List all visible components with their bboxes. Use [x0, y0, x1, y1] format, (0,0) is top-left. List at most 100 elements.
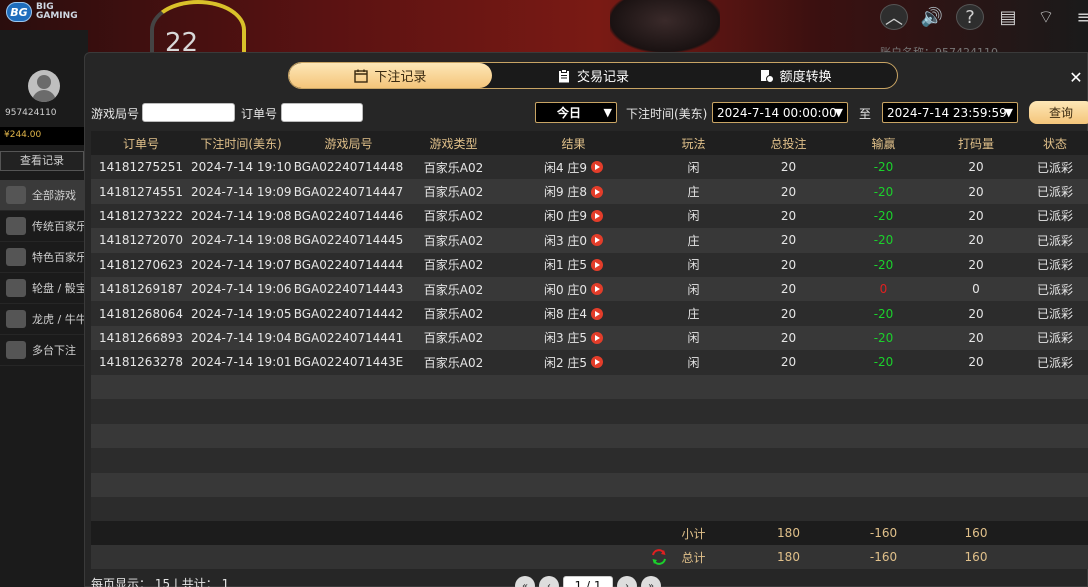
user-id: 957424110 [5, 108, 57, 118]
result-wrap: 闲2 庄5 [543, 354, 604, 371]
query-button[interactable]: 查询 [1029, 101, 1088, 124]
sidebar-item-roulette-sicbo[interactable]: 轮盘 / 骰宝 [0, 273, 88, 304]
sidebar-item-multi-table[interactable]: 多台下注 [0, 335, 88, 366]
end-time-select[interactable]: 2024-7-14 23:59:59 ▼ [882, 102, 1018, 123]
close-icon[interactable]: ✕ [1067, 69, 1085, 87]
time-label: 下注时间(美东) [626, 107, 708, 121]
end-time-value: 2024-7-14 23:59:59 [887, 105, 1007, 120]
result-wrap: 闲9 庄8 [543, 183, 604, 200]
winloss-cell: -20 [873, 257, 894, 272]
play-replay-icon[interactable] [591, 283, 604, 296]
records-table: 订单号 下注时间(美东) 游戏局号 游戏类型 结果 玩法 总投注 输赢 打码量 … [91, 131, 1088, 375]
last-page-icon[interactable]: » [641, 576, 661, 587]
status-cell: 已派彩 [1036, 258, 1073, 273]
period-select[interactable]: 今日 ▼ [535, 102, 617, 123]
game-round-cell: BGA02240714443 [293, 282, 404, 297]
result-text: 闲9 庄8 [543, 185, 588, 200]
chevron-down-icon: ▼ [1004, 106, 1013, 119]
empty-row [91, 375, 1088, 400]
table-row: 14181263278 2024-7-14 19:01 BGA0224071443E… [91, 350, 1088, 375]
result-wrap: 闲0 庄9 [543, 207, 604, 224]
turnover-cell: 20 [968, 184, 984, 199]
tab-transaction-records[interactable]: 交易记录 [492, 63, 695, 88]
result-cell: 闲9 庄8 [501, 183, 646, 200]
bet-type-cell: 闲 [687, 355, 700, 370]
volume-icon[interactable]: 🔊 [918, 4, 946, 30]
refresh-icon[interactable] [651, 549, 667, 565]
filter-bar: 游戏局号 订单号 今日 ▼ 下注时间(美东) 2024-7-14 00:00:0… [85, 101, 1088, 125]
game-round-cell: BGA02240714444 [293, 257, 404, 272]
bull-icon [6, 310, 26, 328]
first-page-icon[interactable]: « [515, 576, 535, 587]
bet-type-cell: 闲 [687, 282, 700, 297]
game-round-cell: BGA0224071443E [293, 355, 404, 370]
result-cell: 闲0 庄0 [501, 281, 646, 298]
game-type-cell: 百家乐A02 [423, 258, 484, 273]
status-cell: 已派彩 [1036, 185, 1073, 200]
order-number-cell: 14181273222 [99, 208, 183, 223]
order-input[interactable] [281, 103, 363, 122]
game-round-input[interactable] [142, 103, 235, 122]
balance: ¥244.00 [0, 127, 86, 145]
result-text: 闲0 庄9 [543, 209, 588, 224]
play-replay-icon[interactable] [591, 356, 604, 369]
play-replay-icon[interactable] [591, 161, 604, 174]
help-icon[interactable]: ? [956, 4, 984, 30]
status-cell: 已派彩 [1036, 160, 1073, 175]
play-replay-icon[interactable] [591, 307, 604, 320]
empty-row [91, 399, 1088, 424]
winloss-cell: -20 [873, 184, 894, 199]
avatar[interactable] [28, 70, 60, 102]
table-header: 订单号 下注时间(美东) 游戏局号 游戏类型 结果 玩法 总投注 输赢 打码量 … [91, 131, 1088, 155]
view-records-button[interactable]: 查看记录 [0, 151, 84, 171]
tab-bet-records[interactable]: 下注记录 [289, 63, 492, 88]
subtotal-total-bet: 180 [777, 526, 800, 540]
bet-type-cell: 庄 [687, 307, 700, 322]
prev-page-icon[interactable]: ‹ [539, 576, 559, 587]
game-type-cell: 百家乐A02 [423, 209, 484, 224]
sidebar-item-all-games[interactable]: 全部游戏 [0, 180, 88, 211]
menu-icon[interactable]: ≡ [1070, 4, 1088, 30]
game-round-cell: BGA02240714447 [293, 184, 404, 199]
status-cell: 已派彩 [1036, 355, 1073, 370]
result-cell: 闲8 庄4 [501, 305, 646, 322]
bet-type-cell: 庄 [687, 185, 700, 200]
winloss-cell: 0 [879, 282, 888, 297]
tab-credit-transfer[interactable]: 额度转换 [694, 63, 897, 88]
result-wrap: 闲1 庄5 [544, 256, 604, 273]
play-replay-icon[interactable] [591, 331, 604, 344]
result-text: 闲3 庄5 [543, 331, 588, 346]
play-replay-icon[interactable] [591, 234, 604, 247]
turnover-cell: 20 [968, 160, 984, 175]
game-round-cell: BGA02240714446 [293, 208, 404, 223]
play-replay-icon[interactable] [591, 209, 604, 222]
next-page-icon[interactable]: › [617, 576, 637, 587]
total-turnover: 160 [964, 550, 988, 564]
sidebar-item-classic-baccarat[interactable]: 传统百家乐 [0, 211, 88, 242]
bet-time-cell: 2024-7-14 19:07 [191, 257, 291, 272]
brand-line2: GAMING [36, 11, 78, 21]
bet-time-cell: 2024-7-14 19:10 [191, 160, 291, 175]
result-cell: 闲2 庄5 [501, 354, 646, 371]
result-text: 闲2 庄5 [543, 355, 588, 370]
sidebar-item-special-baccarat[interactable]: 特色百家乐 [0, 242, 88, 273]
collapse-up-icon[interactable]: ︿ [880, 4, 908, 30]
play-replay-icon[interactable] [591, 258, 604, 271]
winloss-cell: -20 [873, 355, 894, 370]
turnover-cell: 20 [968, 306, 984, 321]
order-label: 订单号 [241, 107, 278, 121]
sidebar-item-dragon-tiger[interactable]: 龙虎 / 牛牛 [0, 304, 88, 335]
records-icon[interactable]: ▤ [994, 4, 1022, 30]
wifi-icon: ⌔ [1037, 6, 1055, 28]
page-number-input[interactable]: 1 / 1 [563, 576, 613, 587]
play-replay-icon[interactable] [591, 185, 604, 198]
total-bet-cell: 20 [780, 160, 797, 175]
chevron-down-icon: ▼ [603, 106, 612, 119]
bet-type-cell: 闲 [687, 258, 700, 273]
start-time-select[interactable]: 2024-7-14 00:00:00 ▼ [712, 102, 848, 123]
result-cell: 闲0 庄9 [501, 207, 646, 224]
table-row: 14181270623 2024-7-14 19:07 BGA02240714444… [91, 252, 1088, 277]
table-row: 14181268064 2024-7-14 19:05 BGA02240714442… [91, 301, 1088, 326]
winloss-cell: -20 [873, 306, 894, 321]
result-wrap: 闲3 庄5 [543, 329, 604, 346]
